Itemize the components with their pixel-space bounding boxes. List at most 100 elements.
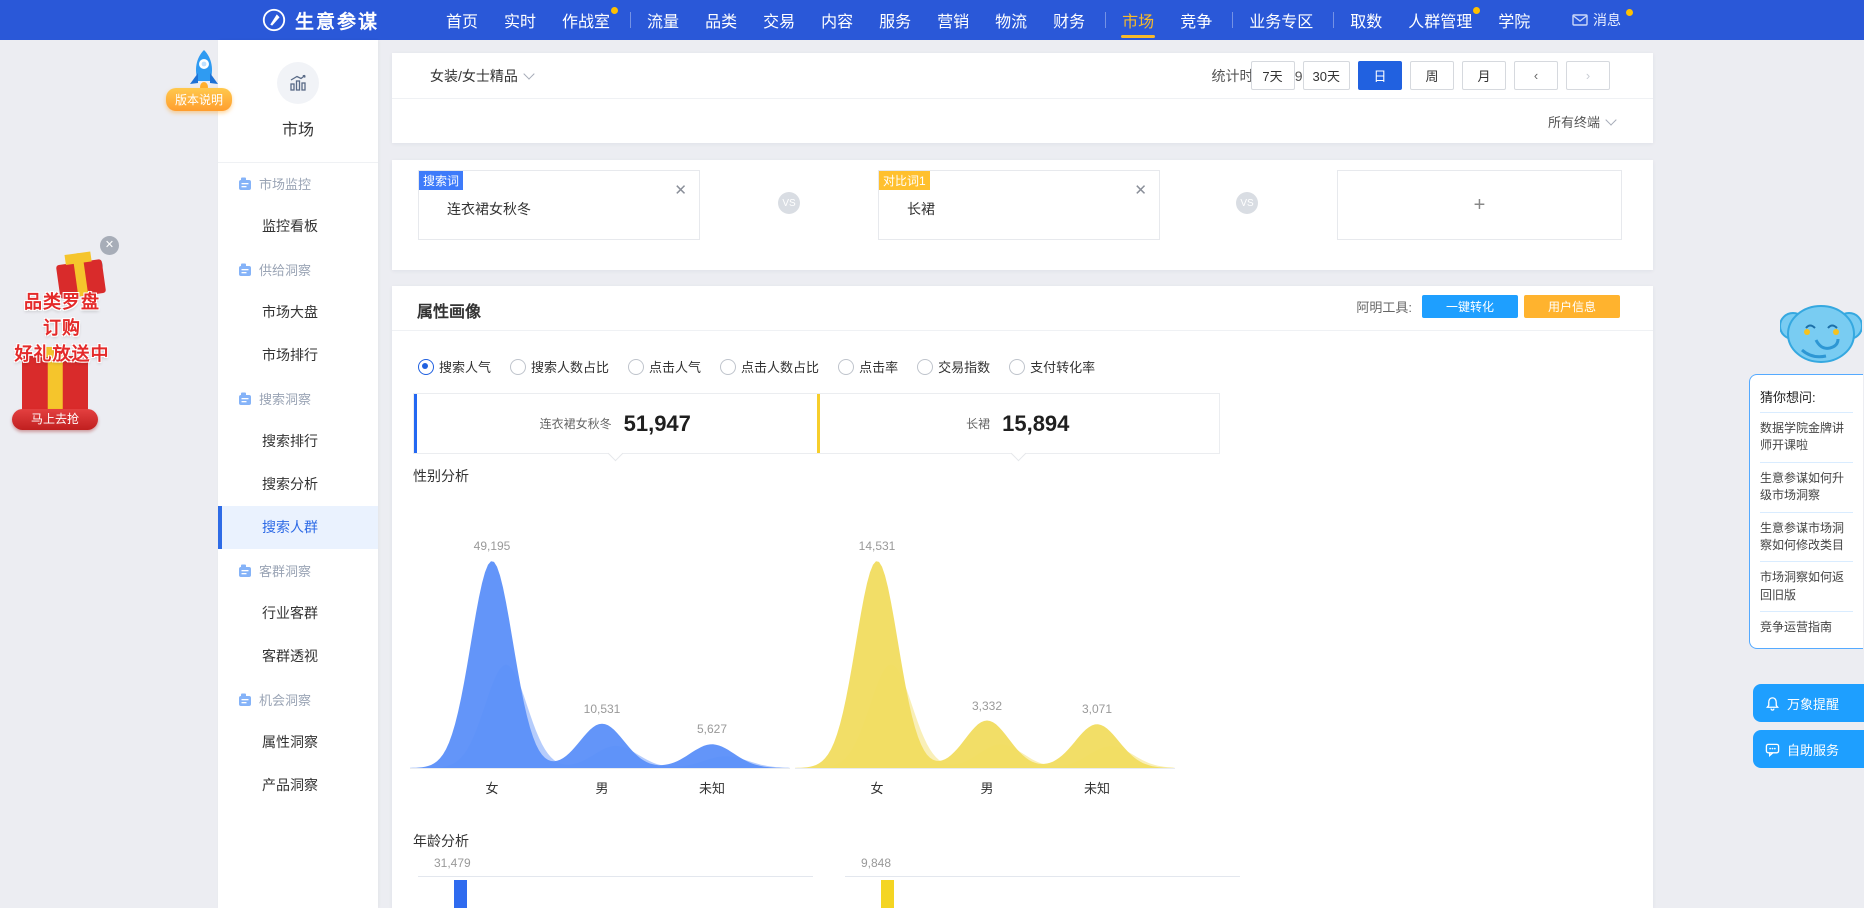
primary-term-box[interactable]: 搜索词 连衣裙女秋冬 ✕	[418, 170, 700, 240]
metric-radio-搜索人数占比[interactable]: 搜索人数占比	[510, 357, 609, 376]
nav-item-流量[interactable]: 流量	[647, 0, 679, 40]
metric-radio-搜索人气[interactable]: 搜索人气	[418, 357, 491, 376]
nav-item-实时[interactable]: 实时	[504, 0, 536, 40]
sidebar-item-监控看板[interactable]: 监控看板	[218, 205, 378, 248]
nav-item-物流[interactable]: 物流	[995, 0, 1027, 40]
suggested-question[interactable]: 市场洞察如何返回旧版	[1760, 561, 1853, 611]
compare-term-tag: 对比词1	[879, 171, 930, 190]
nav-item-市场[interactable]: 市场	[1122, 0, 1154, 40]
prev-date-button[interactable]: ‹	[1514, 61, 1558, 90]
gridline	[418, 876, 813, 877]
compare-term-box[interactable]: 对比词1 长裙 ✕	[878, 170, 1160, 240]
app-root: 生意参谋 首页实时作战室流量品类交易内容服务营销物流财务市场竞争业务专区取数人群…	[0, 0, 1864, 908]
messages-label: 消息	[1593, 10, 1621, 30]
metric-radio-row: 搜索人气搜索人数占比点击人气点击人数占比 点击率 交易指数支付转化率	[418, 357, 1095, 376]
summary-cell-长裙: 长裙15,894	[817, 394, 1220, 453]
summary-bar: 连衣裙女秋冬51,947长裙15,894	[413, 393, 1220, 454]
sidebar-section-客群洞察: 客群洞察	[218, 549, 378, 592]
tool-button-用户信息[interactable]: 用户信息	[1524, 295, 1620, 318]
nav-divider	[1105, 12, 1106, 28]
nav-item-竞争[interactable]: 竞争	[1180, 0, 1212, 40]
sidebar-item-行业客群[interactable]: 行业客群	[218, 592, 378, 635]
filter-row-bottom: 所有终端	[392, 99, 1653, 144]
range-button-7天[interactable]: 7天	[1251, 61, 1295, 90]
folder-doc-icon	[238, 564, 252, 578]
next-date-button[interactable]: ›	[1566, 61, 1610, 90]
nav-item-取数[interactable]: 取数	[1350, 0, 1382, 40]
nav-item-业务专区[interactable]: 业务专区	[1249, 0, 1313, 40]
nav-item-品类[interactable]: 品类	[705, 0, 737, 40]
chevron-down-icon	[1605, 114, 1616, 125]
sidebar-item-搜索分析[interactable]: 搜索分析	[218, 463, 378, 506]
nav-item-财务[interactable]: 财务	[1053, 0, 1085, 40]
sidebar-item-市场排行[interactable]: 市场排行	[218, 334, 378, 377]
terminal-selector[interactable]: 所有终端	[1548, 112, 1615, 131]
age-chart-compare: 9,848	[845, 856, 1240, 908]
category-selector[interactable]: 女装/女士精品	[430, 66, 533, 86]
suggested-question[interactable]: 竞争运营指南	[1760, 611, 1853, 643]
folder-doc-icon	[238, 177, 252, 191]
sidebar-item-客群透视[interactable]: 客群透视	[218, 635, 378, 678]
nav-item-首页[interactable]: 首页	[446, 0, 478, 40]
gender-section-title: 性别分析	[413, 466, 469, 486]
peak-value-label: 5,627	[697, 722, 727, 736]
filter-card: 女装/女士精品 统计时间 2019-12-04 7天30天日周月‹› 所有终端	[392, 53, 1653, 143]
metric-radio-点击人气[interactable]: 点击人气	[628, 357, 701, 376]
suggested-question[interactable]: 生意参谋市场洞察如何修改类目	[1760, 512, 1853, 562]
radio-icon	[418, 359, 434, 375]
age-section-title: 年龄分析	[413, 831, 469, 851]
radio-icon	[917, 359, 933, 375]
version-note-badge[interactable]: 版本说明	[166, 88, 232, 111]
accent-bar	[414, 394, 417, 453]
metric-label: 点击率	[859, 357, 898, 376]
nav-item-作战室[interactable]: 作战室	[562, 0, 610, 40]
elephant-mascot[interactable]	[1780, 292, 1862, 377]
suggested-questions-card: 猜你想问: 数据学院金牌讲师开课啦生意参谋如何升级市场洞察生意参谋市场洞察如何修…	[1749, 374, 1863, 649]
sidebar-item-搜索人群[interactable]: 搜索人群	[218, 506, 378, 549]
range-button-月[interactable]: 月	[1462, 61, 1506, 90]
close-icon[interactable]: ✕	[1134, 181, 1147, 199]
nav-item-营销[interactable]: 营销	[937, 0, 969, 40]
sidebar-section-供给洞察: 供给洞察	[218, 248, 378, 291]
metric-label: 交易指数	[938, 357, 990, 376]
metric-radio-交易指数[interactable]: 交易指数	[917, 357, 990, 376]
close-icon[interactable]: ✕	[674, 181, 687, 199]
tool-button-一键转化[interactable]: 一键转化	[1422, 295, 1518, 318]
brand[interactable]: 生意参谋	[261, 0, 379, 40]
suggested-question[interactable]: 数据学院金牌讲师开课啦	[1760, 412, 1853, 462]
sidebar-tool-name: 市场	[218, 116, 378, 140]
add-term-button[interactable]: +	[1337, 170, 1622, 240]
range-button-周[interactable]: 周	[1410, 61, 1454, 90]
metric-radio-点击率[interactable]: 点击率	[838, 357, 898, 376]
peak-value-label: 49,195	[474, 539, 511, 553]
nav-item-交易[interactable]: 交易	[763, 0, 795, 40]
summary-term: 长裙	[966, 415, 990, 432]
gender-chart-compare: 14,531女3,332男3,071未知	[795, 490, 1175, 792]
self-service-button[interactable]: 自助服务	[1753, 730, 1864, 768]
gridline	[845, 876, 1240, 877]
primary-nav: 首页实时作战室流量品类交易内容服务营销物流财务市场竞争业务专区取数人群管理学院	[446, 0, 1556, 40]
nav-item-学院[interactable]: 学院	[1498, 0, 1530, 40]
metric-radio-点击人数占比[interactable]: 点击人数占比	[720, 357, 819, 376]
folder-doc-icon	[238, 263, 252, 277]
promo-grab-button[interactable]: 马上去抢	[12, 409, 98, 430]
metric-radio-支付转化率[interactable]: 支付转化率	[1009, 357, 1095, 376]
promo-text: 品类罗盘订购好礼放送中	[6, 288, 118, 366]
category-label: 女	[485, 778, 498, 797]
category-label: 未知	[1084, 778, 1110, 797]
nav-item-人群管理[interactable]: 人群管理	[1408, 0, 1472, 40]
wanxiang-alert-button[interactable]: 万象提醒	[1753, 684, 1864, 722]
sidebar-section-label: 机会洞察	[259, 690, 311, 709]
sidebar-item-属性洞察[interactable]: 属性洞察	[218, 721, 378, 764]
sidebar-item-搜索排行[interactable]: 搜索排行	[218, 420, 378, 463]
sidebar-item-产品洞察[interactable]: 产品洞察	[218, 764, 378, 807]
range-button-日[interactable]: 日	[1358, 61, 1402, 90]
range-button-30天[interactable]: 30天	[1303, 61, 1350, 90]
attribute-portrait-card: 属性画像 阿明工具: 一键转化用户信息 搜索人气搜索人数占比点击人气点击人数占比…	[392, 286, 1653, 908]
sidebar-item-市场大盘[interactable]: 市场大盘	[218, 291, 378, 334]
suggested-question[interactable]: 生意参谋如何升级市场洞察	[1760, 462, 1853, 512]
nav-item-内容[interactable]: 内容	[821, 0, 853, 40]
nav-item-服务[interactable]: 服务	[879, 0, 911, 40]
close-icon[interactable]: ✕	[100, 236, 119, 255]
messages-button[interactable]: 消息	[1572, 0, 1633, 40]
